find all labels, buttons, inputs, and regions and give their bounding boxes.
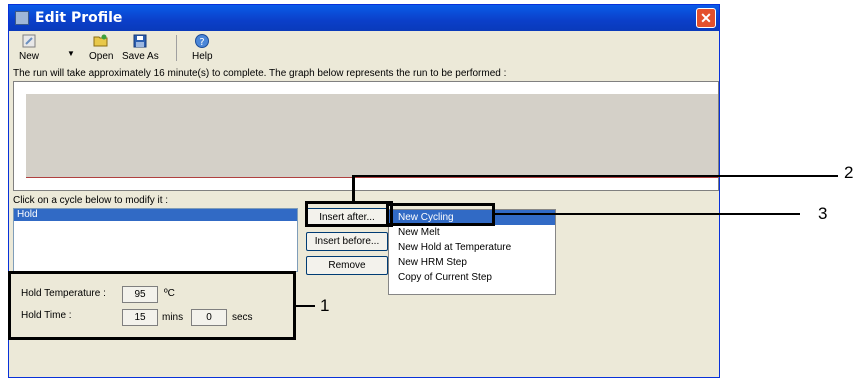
help-button[interactable]: ? Help [192, 33, 213, 62]
insert-before-button[interactable]: Insert before... [306, 232, 388, 251]
toolbar: New ▼ Open Save As ? Help [9, 31, 719, 67]
open-button[interactable]: Open [89, 33, 113, 62]
list-item[interactable]: Hold [14, 209, 297, 221]
svg-text:?: ? [200, 37, 205, 48]
open-folder-icon [93, 34, 108, 47]
title-bar: Edit Profile ✕ [9, 5, 719, 31]
help-icon: ? [195, 34, 210, 48]
callout-line-1 [296, 305, 315, 307]
callout-number-3: 3 [818, 204, 828, 223]
save-as-label: Save As [122, 51, 159, 62]
help-label: Help [192, 51, 213, 62]
graph-plot-area [26, 94, 718, 178]
menu-item-new-melt[interactable]: New Melt [389, 225, 555, 240]
new-profile-icon [22, 34, 36, 48]
callout-box-3 [386, 203, 495, 226]
callout-box-2 [305, 201, 393, 227]
cycle-list[interactable]: Hold [13, 208, 298, 272]
callout-number-2: 2 [844, 163, 854, 182]
callout-line-3 [495, 213, 800, 215]
save-as-button[interactable]: Save As [122, 33, 159, 62]
toolbar-divider [176, 35, 177, 61]
menu-item-new-hold[interactable]: New Hold at Temperature [389, 240, 555, 255]
cycle-list-label: Click on a cycle below to modify it : [13, 195, 169, 206]
callout-number-1: 1 [320, 296, 330, 315]
open-label: Open [89, 51, 114, 62]
menu-item-new-hrm-step[interactable]: New HRM Step [389, 255, 555, 270]
new-button[interactable]: New [19, 33, 39, 62]
remove-button[interactable]: Remove [306, 256, 388, 275]
close-button[interactable]: ✕ [696, 8, 716, 28]
save-disk-icon [133, 34, 147, 48]
app-icon [15, 11, 29, 25]
run-duration-text: The run will take approximately 16 minut… [13, 68, 507, 79]
chevron-down-icon[interactable]: ▼ [67, 49, 75, 58]
callout-line-2 [352, 175, 838, 177]
menu-item-copy-step[interactable]: Copy of Current Step [389, 270, 555, 285]
new-label: New [19, 51, 40, 62]
callout-box-1 [8, 271, 296, 340]
window-title: Edit Profile [35, 10, 123, 26]
callout-line-2-vertical [352, 175, 355, 202]
